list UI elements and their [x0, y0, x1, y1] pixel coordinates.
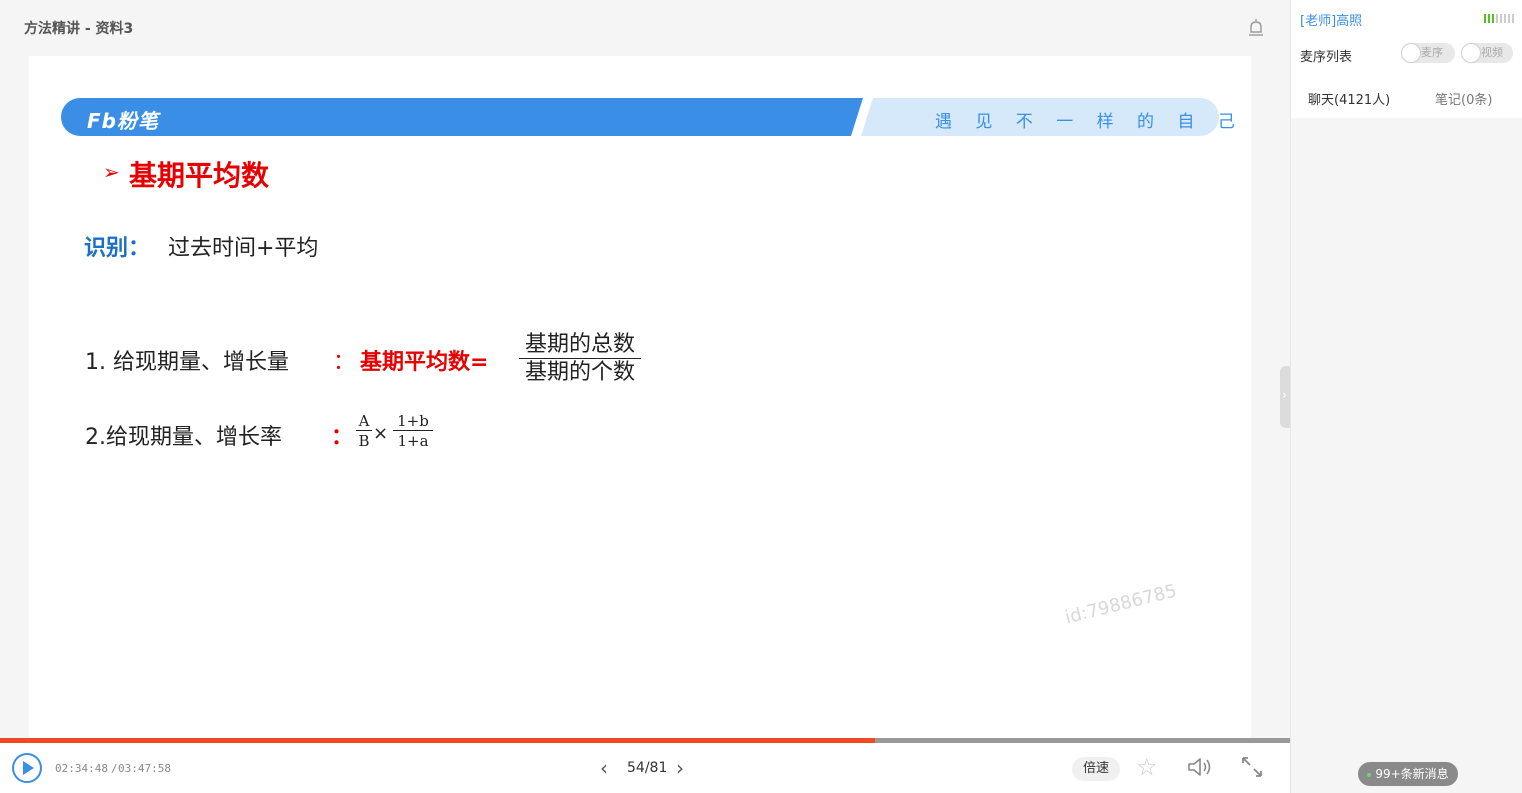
formula-fraction-3: 1+b 1+a: [393, 412, 433, 451]
mic-queue-toggle-label: 麦序: [1421, 46, 1443, 59]
line1-colon: ：: [333, 350, 356, 375]
fraction-3-denominator: 1+a: [397, 432, 429, 450]
formula-fraction-2: A B: [356, 412, 372, 451]
player-area: 方法精讲 - 资料3 Fb粉笔 遇 见 不 一 样 的 自 己 ➢ 基期平均数 …: [0, 0, 1292, 793]
new-messages-label: 99+条新消息: [1375, 767, 1449, 781]
time-separator: /: [111, 762, 118, 775]
line2-text: 2.给现期量、增长率: [85, 425, 282, 450]
line2-colon: ：: [331, 425, 354, 450]
play-button[interactable]: [12, 753, 42, 783]
speed-button[interactable]: 倍速: [1072, 757, 1120, 781]
tab-notes[interactable]: 笔记(0条): [1435, 89, 1492, 108]
slide-heading: 基期平均数: [129, 159, 270, 192]
fraction-2-numerator: A: [356, 412, 372, 431]
signal-strength-icon: [1484, 14, 1514, 23]
identify-text: 过去时间+平均: [168, 236, 319, 261]
player-header: 方法精讲 - 资料3: [0, 0, 1290, 56]
teacher-name[interactable]: [老师]高照: [1300, 10, 1362, 29]
fraction-3-numerator: 1+b: [393, 412, 433, 431]
star-icon[interactable]: ☆: [1136, 753, 1158, 781]
play-icon: [23, 761, 34, 775]
heading-arrow-icon: ➢: [103, 160, 120, 184]
tab-chat[interactable]: 聊天(4121人): [1308, 89, 1390, 108]
time-total: 03:47:58: [118, 762, 171, 775]
line1-formula-label: 基期平均数=: [360, 350, 489, 375]
fraction-1-numerator: 基期的总数: [519, 332, 641, 359]
page-indicator: 54/81: [627, 760, 668, 776]
alert-bell-icon[interactable]: [1247, 18, 1265, 38]
toggle-knob: [1402, 44, 1420, 62]
mic-queue-title: 麦序列表: [1300, 50, 1353, 65]
video-toggle-label: 视频: [1481, 46, 1503, 59]
user-id-watermark: id:79886785: [1063, 580, 1179, 629]
mic-queue-toggle[interactable]: 麦序: [1401, 43, 1455, 63]
new-message-dot-icon: [1367, 772, 1372, 777]
identify-label: 识别：: [84, 236, 151, 261]
toggle-knob: [1462, 44, 1480, 62]
times-sign: ×: [373, 423, 389, 444]
banner-left: [61, 98, 863, 136]
fullscreen-icon[interactable]: [1240, 755, 1264, 779]
line1-text: 1. 给现期量、增长量: [85, 350, 289, 375]
prev-page-button[interactable]: ‹: [600, 756, 608, 780]
formula-fraction-1: 基期的总数 基期的个数: [519, 332, 641, 387]
time-current: 02:34:48: [55, 762, 108, 775]
player-controls: 02:34:48 / 03:47:58 ‹ 54/81 › 倍速 ☆: [0, 743, 1290, 793]
course-title: 方法精讲 - 资料3: [24, 21, 134, 37]
brand-logo: Fb粉笔: [87, 109, 159, 133]
new-messages-button[interactable]: 99+条新消息: [1358, 762, 1458, 786]
banner-slogan: 遇 见 不 一 样 的 自 己: [935, 112, 1244, 132]
sidebar: [老师]高照 麦序列表 麦序 视频 聊天(4121人) 笔记(0条) 99+条新…: [1290, 0, 1522, 793]
slide: Fb粉笔 遇 见 不 一 样 的 自 己 ➢ 基期平均数 识别： 过去时间+平均…: [29, 56, 1251, 738]
fraction-2-denominator: B: [358, 432, 370, 450]
next-page-button[interactable]: ›: [676, 756, 684, 780]
volume-icon[interactable]: [1186, 755, 1214, 779]
video-toggle[interactable]: 视频: [1461, 43, 1513, 63]
sidebar-header: [老师]高照 麦序列表 麦序 视频 聊天(4121人) 笔记(0条): [1291, 0, 1522, 118]
fraction-1-denominator: 基期的个数: [524, 360, 635, 385]
chevron-right-icon: ›: [1282, 388, 1287, 402]
